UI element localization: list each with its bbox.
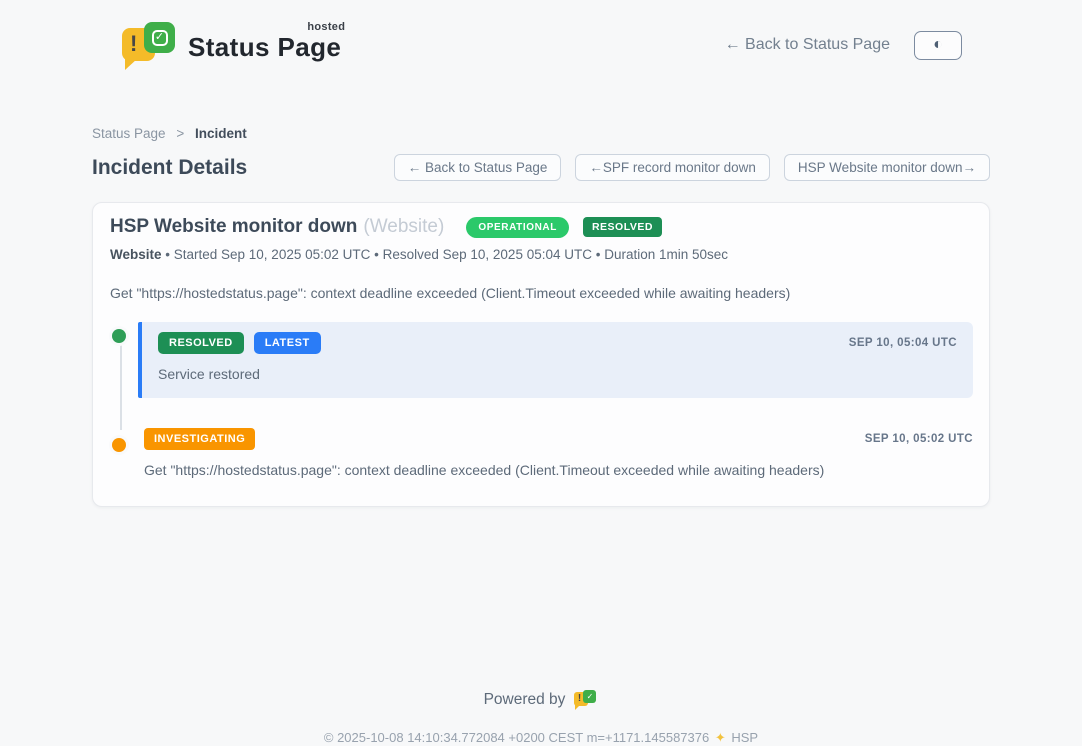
status-page-mini-logo-icon[interactable]: ! ✓ (574, 689, 598, 711)
powered-by-label: Powered by (484, 691, 566, 709)
timeline-message: Service restored (158, 366, 957, 382)
investigating-status-badge: INVESTIGATING (144, 428, 255, 450)
timeline-entry-content: INVESTIGATING SEP 10, 05:02 UTC Get "htt… (138, 426, 973, 478)
footer-brand-short: HSP (731, 730, 758, 745)
incident-card: HSP Website monitor down(Website) OPERAT… (92, 202, 990, 507)
exclaim-icon: ! (130, 31, 137, 57)
header: ! ✓ Status Page hosted ← Back to Status … (0, 0, 1082, 74)
timeline-entry-badges: INVESTIGATING (144, 428, 255, 450)
incident-title-row: HSP Website monitor down(Website) OPERAT… (110, 216, 973, 238)
breadcrumb: Status Page > Incident (92, 126, 990, 141)
incident-timeline: RESOLVED LATEST SEP 10, 05:04 UTC Servic… (110, 322, 973, 478)
theme-toggle-button[interactable]: ◐ (914, 31, 962, 60)
mini-exclaim-icon: ! (578, 693, 581, 704)
incident-meta-detail: • Started Sep 10, 2025 05:02 UTC • Resol… (162, 247, 729, 262)
footer: Powered by ! ✓ © 2025-10-08 14:10:34.772… (0, 689, 1082, 746)
mini-check-icon: ✓ (583, 690, 596, 703)
latest-badge: LATEST (254, 332, 321, 354)
back-to-status-page-button[interactable]: ← Back to Status Page (394, 154, 562, 181)
main-content: Status Page > Incident Incident Details … (92, 74, 990, 507)
incident-description: Get "https://hostedstatus.page": context… (110, 285, 973, 301)
timeline-entry-content: RESOLVED LATEST SEP 10, 05:04 UTC Servic… (138, 322, 973, 398)
sparkles-icon: ✦ (715, 730, 726, 745)
next-incident-button[interactable]: HSP Website monitor down→ (784, 154, 990, 181)
incident-nav-buttons: ← Back to Status Page ←SPF record monito… (394, 154, 990, 181)
timeline-timestamp: SEP 10, 05:04 UTC (849, 337, 957, 349)
app-logo[interactable]: ! ✓ Status Page hosted (122, 22, 341, 68)
incident-service: (Website) (363, 216, 444, 237)
copyright-text: © 2025-10-08 14:10:34.772084 +0200 CEST … (324, 730, 709, 745)
status-page-logo-icon: ! ✓ (122, 22, 176, 68)
logo-brand-text: Status Page hosted (188, 32, 341, 63)
incident-title: HSP Website monitor down(Website) (110, 216, 444, 238)
header-right: ← Back to Status Page ◐ (725, 31, 962, 60)
resolved-status-badge: RESOLVED (158, 332, 244, 354)
hosted-superscript: hosted (307, 21, 345, 33)
page-title: Incident Details (92, 156, 247, 180)
timeline-entry-badges: RESOLVED LATEST (158, 332, 321, 354)
timeline-entry-head: RESOLVED LATEST SEP 10, 05:04 UTC (158, 332, 957, 354)
timeline-dot-column (110, 322, 138, 398)
back-to-status-page-link[interactable]: ← Back to Status Page (725, 36, 890, 54)
green-status-dot (112, 329, 126, 343)
breadcrumb-incident: Incident (195, 126, 247, 141)
incident-meta: Website • Started Sep 10, 2025 05:02 UTC… (110, 247, 973, 262)
breadcrumb-separator: > (176, 126, 184, 141)
brand-name: Status Page (188, 32, 341, 62)
logo-check-square: ✓ (144, 22, 175, 53)
operational-badge: OPERATIONAL (466, 217, 569, 238)
timeline-entry-investigating: INVESTIGATING SEP 10, 05:02 UTC Get "htt… (110, 426, 973, 478)
check-icon: ✓ (152, 30, 168, 46)
half-circle-theme-icon: ◐ (933, 37, 943, 53)
resolved-badge: RESOLVED (583, 217, 662, 237)
powered-by: Powered by ! ✓ (0, 689, 1082, 711)
timeline-message: Get "https://hostedstatus.page": context… (144, 462, 973, 478)
prev-incident-button[interactable]: ←SPF record monitor down (575, 154, 770, 181)
timeline-entry-head: INVESTIGATING SEP 10, 05:02 UTC (144, 428, 973, 450)
breadcrumb-status-page[interactable]: Status Page (92, 126, 166, 141)
timeline-timestamp: SEP 10, 05:02 UTC (865, 433, 973, 445)
timeline-dot-column (110, 426, 138, 478)
orange-status-dot (112, 438, 126, 452)
copyright-line: © 2025-10-08 14:10:34.772084 +0200 CEST … (0, 730, 1082, 746)
timeline-entry-resolved: RESOLVED LATEST SEP 10, 05:04 UTC Servic… (110, 322, 973, 398)
title-row: Incident Details ← Back to Status Page ←… (92, 154, 990, 181)
incident-meta-service: Website (110, 247, 162, 262)
